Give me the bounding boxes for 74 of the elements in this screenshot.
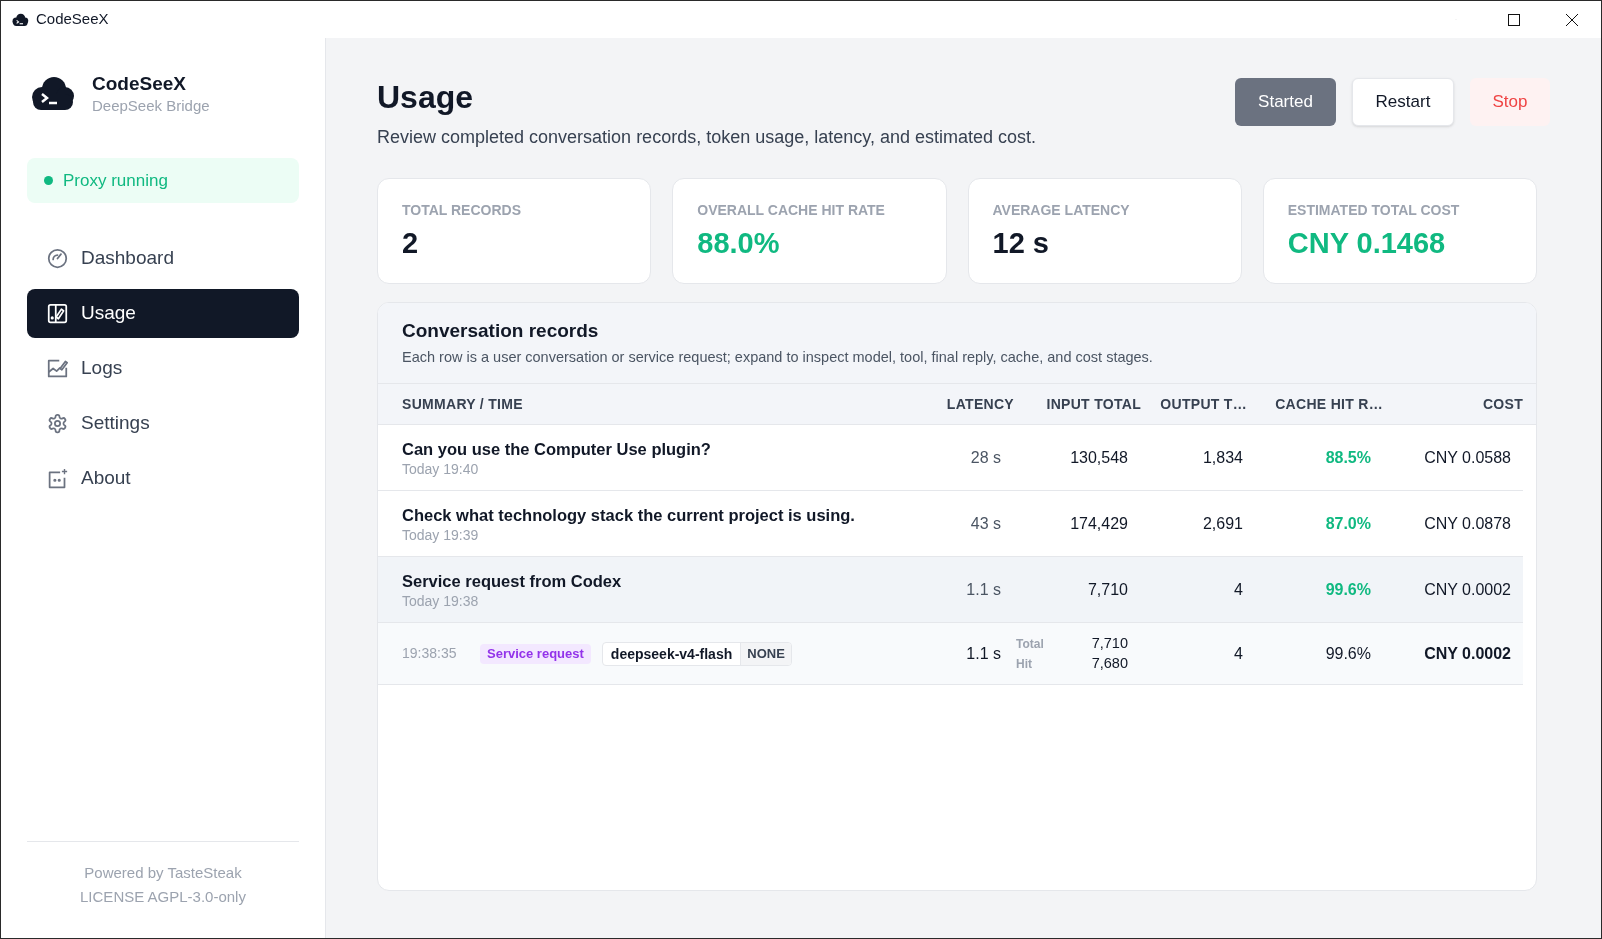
cost-cell-text: CNY 0.0878 [1424, 513, 1512, 534]
close-icon [1566, 13, 1578, 26]
output-total-cell-text: 4 [1234, 643, 1244, 664]
cache-hit-cell-text: 99.6% [1325, 579, 1372, 600]
row-time: Today 19:39 [402, 525, 479, 544]
brand-name: CodeSeeX [92, 71, 187, 96]
chart-pencil-icon [47, 358, 68, 379]
type-tag: Service request [480, 643, 591, 664]
input-label: Hit [1016, 655, 1032, 673]
row-title: Service request from Codex [402, 570, 622, 592]
input-label: Total [1016, 635, 1044, 653]
stage-time: 19:38:35 [402, 644, 458, 663]
stat-value: CNY 0.1468 [1287, 226, 1446, 260]
stop-button[interactable]: Stop [1470, 78, 1550, 126]
table-row[interactable]: Service request from Codex Today 19:38 1.1 s 7,710 4 99.6% CNY 0.0002 [378, 557, 1523, 623]
nav-item[interactable]: Usage [27, 289, 299, 338]
smiley-box-icon [47, 468, 68, 489]
model-badge: NONE [740, 642, 791, 665]
stat-value: 88.0% [697, 226, 780, 260]
latency-cell-text: 43 s [970, 513, 1002, 534]
footer-text: Powered by TasteSteak [84, 863, 242, 883]
stat-label: AVERAGE LATENCY [992, 201, 1130, 220]
latency-cell-text: 28 s [970, 447, 1002, 468]
nav-item[interactable]: Dashboard [27, 234, 299, 283]
column-header: SUMMARY / TIME [401, 394, 524, 414]
latency-cell-text: 1.1 s [966, 579, 1002, 600]
output-total-cell-text: 4 [1234, 579, 1244, 600]
maximize-icon [1508, 13, 1520, 26]
stat-label: ESTIMATED TOTAL COST [1287, 201, 1460, 220]
status-label: Proxy running [63, 169, 168, 192]
gauge-icon [47, 248, 68, 269]
column-header: CACHE HIT R… [1275, 394, 1383, 414]
started-button[interactable]: Started [1235, 78, 1336, 126]
cache-hit-cell-text: 87.0% [1325, 513, 1372, 534]
row-title: Can you use the Computer Use plugin? [402, 438, 711, 460]
stat-value: 12 s [992, 226, 1049, 260]
nav-item[interactable]: Settings [27, 399, 299, 448]
page-subtitle: Review completed conversation records, token usage, latency, and estimated cost. [377, 126, 1037, 149]
cache-hit-cell-text: 99.6% [1325, 643, 1372, 664]
column-header: OUTPUT T… [1160, 394, 1247, 414]
row-title: Check what technology stack the current project is using. [402, 504, 855, 526]
stat-label: TOTAL RECORDS [402, 201, 521, 220]
output-total-cell-text: 2,691 [1202, 513, 1244, 534]
cost-cell-text: CNY 0.0002 [1424, 579, 1512, 600]
row-time: Today 19:38 [402, 591, 479, 610]
settings-icon [47, 413, 68, 434]
column-header: INPUT TOTAL [1046, 394, 1141, 414]
cache-hit-cell-text: 88.5% [1325, 447, 1372, 468]
panel-title: Conversation records [402, 319, 599, 343]
footer-text: LICENSE AGPL-3.0-only [80, 887, 246, 907]
input-value: 7,680 [1091, 653, 1128, 673]
latency-cell-text: 1.1 s [966, 643, 1002, 664]
model-tag: deepseek-v4-flash [602, 642, 741, 665]
cost-cell-text: CNY 0.0588 [1424, 447, 1512, 468]
brand-subtitle: DeepSeek Bridge [92, 95, 210, 116]
column-header: LATENCY [946, 394, 1014, 414]
cost-cell-text: CNY 0.0002 [1424, 643, 1512, 664]
nav-item[interactable]: About [27, 454, 299, 503]
row-time: Today 19:40 [402, 459, 479, 478]
output-total-cell-text: 1,834 [1202, 447, 1244, 468]
column-header: COST [1482, 394, 1523, 414]
panel-edit-icon [47, 303, 68, 324]
panel-description: Each row is a user conversation or service request; expand to inspect model, tool, final reply, cache, and cost stages. [402, 348, 1153, 367]
input-value: 7,710 [1091, 633, 1128, 653]
nav-item[interactable]: Logs [27, 344, 299, 393]
restart-button[interactable]: Restart [1352, 78, 1454, 126]
app-icon [11, 12, 29, 27]
window-title: CodeSeeX [36, 9, 109, 30]
page-title: Usage [377, 78, 475, 117]
stat-value: 2 [402, 226, 419, 260]
input-total-cell-text: 174,429 [1070, 513, 1129, 534]
input-total-cell-text: 130,548 [1070, 447, 1129, 468]
input-total-cell-text: 7,710 [1087, 579, 1129, 600]
stat-label: OVERALL CACHE HIT RATE [697, 201, 885, 220]
